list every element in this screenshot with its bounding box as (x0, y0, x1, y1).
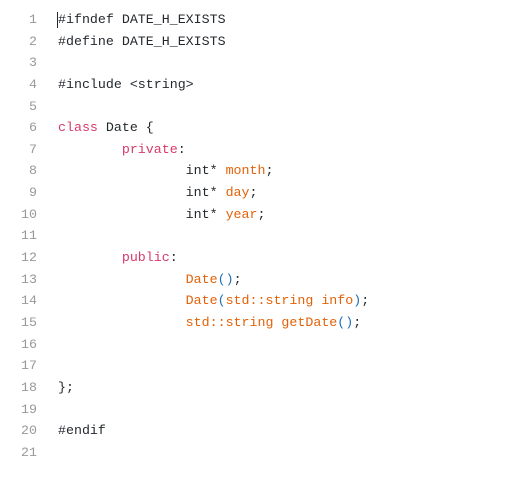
code-token: Date (185, 293, 218, 309)
code-token: : (169, 250, 178, 266)
line-number: 8 (29, 163, 37, 179)
code-token: Date (185, 271, 218, 287)
code-text: class Date { (58, 117, 154, 139)
line-number: 10 (21, 206, 37, 222)
code-text: public: (58, 247, 178, 269)
line-number: 9 (29, 185, 37, 201)
code-line[interactable]: 4 #include <string> (0, 74, 529, 96)
code-line[interactable]: 6 class Date { (0, 117, 529, 139)
code-token: int* (58, 163, 226, 179)
line-number: 3 (29, 55, 37, 71)
code-line[interactable]: 7 private: (0, 139, 529, 161)
line-number: 11 (21, 228, 37, 244)
code-text: #endif (58, 420, 106, 442)
code-token: () (217, 271, 234, 287)
code-token: ; (257, 206, 266, 222)
code-line[interactable]: 17 (0, 355, 529, 377)
code-token: #include <string> (58, 76, 194, 92)
line-number: 1 (29, 12, 37, 27)
line-number: 17 (21, 358, 37, 374)
code-line[interactable]: 9 int* day; (0, 182, 529, 204)
line-number: 18 (21, 379, 37, 395)
code-line[interactable]: 2 #define DATE_H_EXISTS (0, 31, 529, 53)
code-token: month (225, 163, 266, 179)
code-token: day (225, 185, 250, 201)
code-token: }; (58, 379, 74, 395)
line-number: 6 (29, 120, 37, 136)
code-line[interactable]: 12 public: (0, 247, 529, 269)
line-number: 15 (21, 314, 37, 330)
code-token: std::string getDate (185, 314, 338, 330)
code-text: Date(); (58, 269, 242, 291)
code-text: int* month; (58, 160, 274, 182)
code-token: ( (217, 293, 226, 309)
line-number: 14 (21, 293, 37, 309)
code-text: int* day; (58, 182, 258, 204)
line-number: 13 (21, 271, 37, 287)
code-token: ; (353, 314, 362, 330)
line-number: 2 (29, 33, 37, 49)
code-token: int* (58, 206, 226, 222)
code-line[interactable]: 21 (0, 442, 529, 464)
code-text: #define DATE_H_EXISTS (58, 31, 226, 53)
code-text: int* year; (58, 204, 266, 226)
code-line[interactable]: 3 (0, 52, 529, 74)
code-token: class (58, 120, 98, 136)
code-line[interactable]: 5 (0, 96, 529, 118)
line-number: 12 (21, 250, 37, 266)
code-line[interactable]: 20 #endif (0, 420, 529, 442)
code-text: Date(std::string info); (58, 290, 370, 312)
code-token: () (337, 314, 354, 330)
code-token: ; (233, 271, 242, 287)
code-token: #define DATE_H_EXISTS (58, 33, 226, 49)
line-number: 20 (21, 423, 37, 439)
line-number: 19 (21, 401, 37, 417)
line-number: 5 (29, 98, 37, 114)
code-token: ; (265, 163, 274, 179)
code-token: Date { (97, 120, 154, 136)
code-line[interactable]: 18}; (0, 377, 529, 399)
code-line[interactable]: 13 Date(); (0, 269, 529, 291)
code-line[interactable]: 15 std::string getDate(); (0, 312, 529, 334)
code-text: #ifndef DATE_H_EXISTS (58, 9, 226, 31)
text-cursor (57, 12, 58, 28)
code-token: #ifndef DATE_H_EXISTS (58, 12, 226, 27)
line-number: 21 (21, 444, 37, 460)
code-text: }; (58, 377, 74, 399)
code-token: ; (361, 293, 370, 309)
code-text: #include <string> (58, 74, 194, 96)
code-line[interactable]: 16 (0, 334, 529, 356)
code-token: private (121, 141, 178, 157)
code-token: public (121, 250, 170, 266)
code-token: : (177, 141, 186, 157)
code-token: ; (249, 185, 258, 201)
code-editor[interactable]: 1 #ifndef DATE_H_EXISTS 2 #define DATE_H_EX… (0, 9, 529, 463)
code-text: std::string getDate(); (58, 312, 362, 334)
code-text: private: (58, 139, 186, 161)
code-line[interactable]: 10 int* year; (0, 204, 529, 226)
code-token: std::string info (225, 293, 354, 309)
line-number: 4 (29, 76, 37, 92)
code-token: int* (58, 185, 226, 201)
code-line[interactable]: 1 #ifndef DATE_H_EXISTS (0, 9, 529, 31)
code-line[interactable]: 19 (0, 399, 529, 421)
code-line[interactable]: 8 int* month; (0, 160, 529, 182)
line-number: 16 (21, 336, 37, 352)
line-number: 7 (29, 141, 37, 157)
code-token: year (225, 206, 258, 222)
code-line[interactable]: 11 (0, 225, 529, 247)
code-token: #endif (58, 423, 106, 439)
code-line[interactable]: 14 Date(std::string info); (0, 290, 529, 312)
